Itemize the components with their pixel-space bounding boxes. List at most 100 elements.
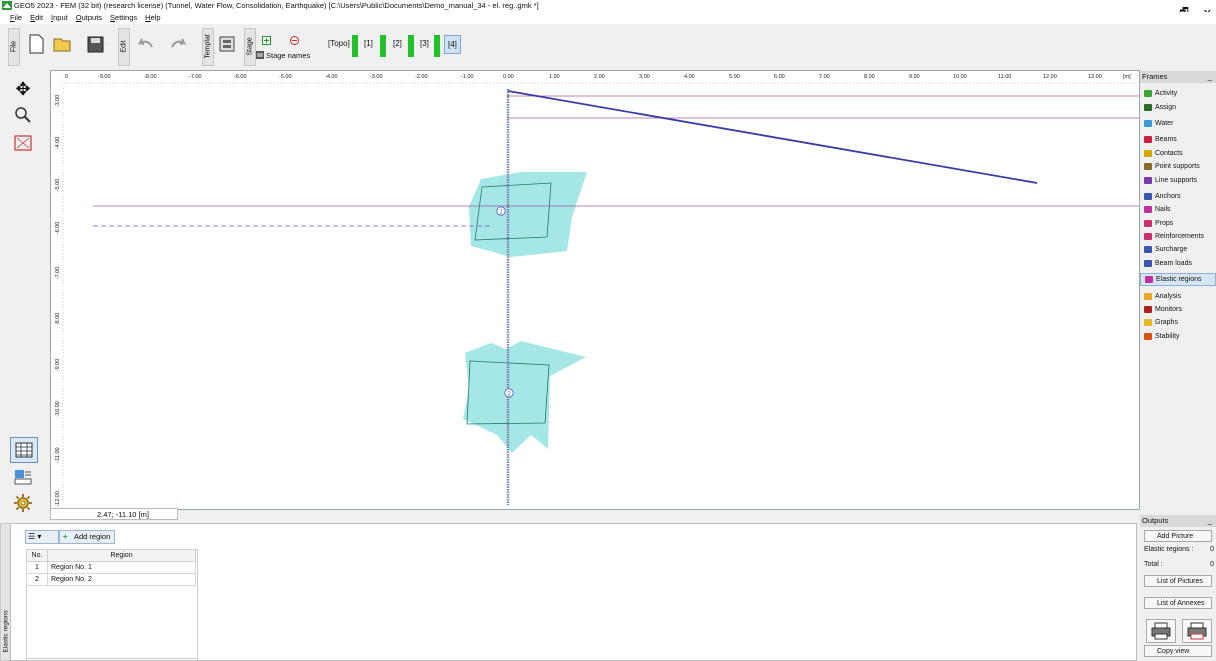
frame-point-supports[interactable]: Point supports bbox=[1140, 160, 1216, 173]
frame-nails[interactable]: Nails bbox=[1140, 203, 1216, 216]
y-tick: -6.00 bbox=[55, 222, 61, 235]
x-tick: 9.00 bbox=[909, 74, 920, 80]
frame-reinforcements[interactable]: Reinforcements bbox=[1140, 230, 1216, 243]
menu-edit[interactable]: Edit bbox=[30, 12, 43, 24]
x-tick: 1.00 bbox=[549, 74, 560, 80]
frame-activity[interactable]: Activity bbox=[1140, 87, 1216, 100]
stage-topo[interactable]: [Topo] bbox=[328, 39, 350, 48]
region-table: No. Region 1 Region No. 1 2 Region No. 2 bbox=[26, 549, 196, 586]
frame-assign[interactable]: Assign bbox=[1140, 100, 1216, 113]
cursor-coordinates: 2.47; -11.10 [m] bbox=[50, 508, 178, 520]
templates-toolbar-tab[interactable]: Templat bbox=[202, 28, 214, 66]
print-button[interactable] bbox=[1146, 619, 1176, 643]
anchor-line[interactable] bbox=[507, 90, 1038, 184]
x-tick: 4.00 bbox=[684, 74, 695, 80]
zoom-icon[interactable] bbox=[10, 103, 36, 127]
column-no[interactable]: No. bbox=[26, 549, 48, 562]
x-tick: 10.00 bbox=[953, 74, 967, 80]
menu-settings[interactable]: Settings bbox=[110, 12, 137, 24]
display-settings-icon[interactable] bbox=[10, 465, 36, 489]
list-of-annexes-button[interactable]: List of Annexes bbox=[1144, 597, 1212, 609]
analysis-icon bbox=[1144, 292, 1152, 300]
add-stage-icon[interactable] bbox=[262, 36, 272, 46]
remove-stage-icon[interactable] bbox=[290, 36, 300, 46]
y-tick: -10.00 bbox=[55, 401, 61, 417]
water-icon bbox=[1144, 119, 1152, 127]
x-tick: 0 bbox=[65, 74, 68, 80]
beams-icon bbox=[1144, 136, 1152, 144]
menu-input[interactable]: Input bbox=[51, 12, 68, 24]
stage-3[interactable]: [3] bbox=[420, 39, 429, 48]
frame-stability[interactable]: Stability bbox=[1140, 330, 1216, 343]
monitors-icon bbox=[1144, 306, 1152, 314]
frame-elastic-regions[interactable]: Elastic regions bbox=[1140, 273, 1216, 287]
menu-outputs[interactable]: Outputs bbox=[76, 12, 102, 24]
region-2-area[interactable] bbox=[463, 341, 586, 453]
region-1-area[interactable] bbox=[469, 172, 587, 257]
table-view-icon[interactable] bbox=[10, 437, 38, 463]
print-export-button[interactable] bbox=[1182, 619, 1212, 643]
x-tick: 7.00 bbox=[819, 74, 830, 80]
frame-surcharge[interactable]: Surcharge bbox=[1140, 243, 1216, 256]
stage-1[interactable]: [1] bbox=[364, 39, 373, 48]
x-tick: -7.00 bbox=[189, 74, 202, 80]
stability-icon bbox=[1144, 332, 1152, 340]
reinforcements-icon bbox=[1144, 233, 1152, 241]
frame-contacts[interactable]: Contacts bbox=[1140, 147, 1216, 160]
frame-anchors[interactable]: Anchors bbox=[1140, 190, 1216, 203]
redo-icon[interactable] bbox=[168, 33, 188, 55]
frame-graphs[interactable]: Graphs bbox=[1140, 316, 1216, 329]
stage-4[interactable]: [4] bbox=[444, 35, 461, 54]
stage-2[interactable]: [2] bbox=[393, 39, 402, 48]
table-row[interactable]: 2 Region No. 2 bbox=[26, 573, 196, 586]
y-tick: -7.00 bbox=[55, 267, 61, 280]
app-icon bbox=[2, 1, 12, 10]
x-tick: 13.00 bbox=[1088, 74, 1102, 80]
new-file-icon[interactable] bbox=[26, 33, 46, 55]
x-tick: -3.00 bbox=[370, 74, 383, 80]
model-canvas[interactable]: 1 2 0 -9.00 -8.00 -7.00 -6.00 -5.00 -4.0… bbox=[50, 70, 1140, 510]
y-tick: -8.00 bbox=[55, 313, 61, 326]
frames-header: Frames _ bbox=[1140, 71, 1216, 83]
file-toolbar-tab[interactable]: File bbox=[8, 28, 20, 66]
frame-water[interactable]: Water bbox=[1140, 117, 1216, 130]
table-row[interactable]: 1 Region No. 1 bbox=[26, 561, 196, 574]
stage-names-button[interactable]: Stage names bbox=[266, 51, 310, 60]
add-icon: + bbox=[63, 532, 68, 541]
add-picture-button[interactable]: Add Picture bbox=[1144, 530, 1212, 542]
x-tick: -1.00 bbox=[461, 74, 474, 80]
frames-panel: Frames _ Activity Assign Water Beams Cont… bbox=[1140, 71, 1216, 511]
title-bar: GEO5 2023 - FEM (32 bit) (research licen… bbox=[0, 0, 1216, 12]
settings-gear-icon[interactable] bbox=[10, 491, 36, 515]
menu-help[interactable]: Help bbox=[145, 12, 160, 24]
stage-toolbar-tab[interactable]: Stage bbox=[244, 28, 256, 66]
frame-beam-loads[interactable]: Beam loads bbox=[1140, 257, 1216, 270]
frame-beams[interactable]: Beams bbox=[1140, 133, 1216, 146]
model-drawing[interactable]: 1 2 0 -9.00 -8.00 -7.00 -6.00 -5.00 -4.0… bbox=[51, 71, 1139, 509]
menu-bar: File Edit Input Outputs Settings Help bbox=[0, 12, 1216, 24]
frame-monitors[interactable]: Monitors bbox=[1140, 303, 1216, 316]
move-view-icon[interactable]: ✥ bbox=[10, 77, 36, 101]
column-region[interactable]: Region bbox=[47, 549, 196, 562]
add-region-button[interactable]: + Add region bbox=[59, 530, 116, 544]
stage-3-indicator bbox=[408, 35, 414, 57]
edit-toolbar-tab[interactable]: Edit bbox=[118, 28, 130, 66]
templates-icon[interactable] bbox=[218, 33, 238, 55]
zoom-extents-icon[interactable] bbox=[10, 131, 36, 155]
frame-props[interactable]: Props bbox=[1140, 217, 1216, 230]
list-of-pictures-button[interactable]: List of Pictures bbox=[1144, 575, 1212, 587]
print-pdf-icon bbox=[1187, 622, 1207, 640]
y-tick: -5.00 bbox=[55, 179, 61, 192]
stage-4-indicator bbox=[434, 35, 440, 57]
y-tick: -9.00 bbox=[55, 359, 61, 372]
copy-view-button[interactable]: Copy view bbox=[1144, 645, 1212, 657]
menu-file[interactable]: File bbox=[10, 12, 22, 24]
frame-line-supports[interactable]: Line supports bbox=[1140, 173, 1216, 186]
x-tick: 3.00 bbox=[639, 74, 650, 80]
open-file-icon[interactable] bbox=[52, 33, 72, 55]
save-icon[interactable] bbox=[86, 33, 106, 55]
frame-analysis[interactable]: Analysis bbox=[1140, 289, 1216, 302]
undo-icon[interactable] bbox=[134, 33, 154, 55]
stage-2-indicator bbox=[380, 35, 386, 57]
list-view-button[interactable]: ☰ ▾ bbox=[25, 530, 59, 544]
